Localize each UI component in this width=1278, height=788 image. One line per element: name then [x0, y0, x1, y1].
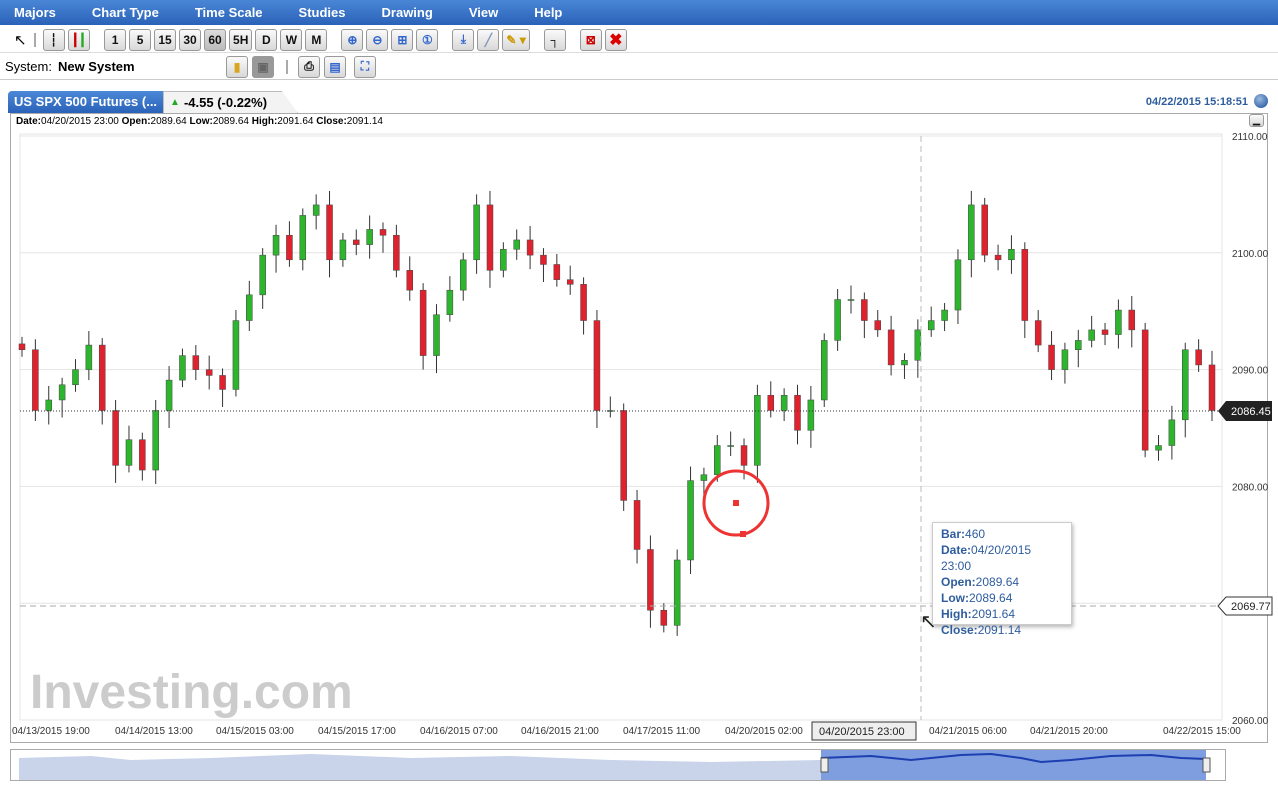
system-bar: System: New System ▮ ▣ ⎙ ▤ ⛶: [0, 54, 1278, 80]
divider: [33, 32, 36, 47]
menu-chart-type[interactable]: Chart Type: [92, 5, 159, 20]
delete-all-icon[interactable]: ✖: [604, 28, 627, 51]
open-folder-icon[interactable]: ▮: [226, 55, 248, 78]
menu-drawing[interactable]: Drawing: [382, 5, 433, 20]
system-label: System:: [5, 59, 52, 74]
pointer-icon[interactable]: ↖: [14, 31, 27, 49]
navigator[interactable]: [10, 749, 1226, 781]
zoom-in-icon[interactable]: ⊕: [341, 28, 364, 51]
toolbar: ↖ ┆ ┃ ┃ 1 5 15 30 60 5H D W M ⊕ ⊖ ⊞ ① ⤓ ╱…: [0, 27, 1278, 53]
interval-w[interactable]: W: [280, 28, 303, 51]
crosshair-icon[interactable]: ┐: [543, 28, 566, 51]
delete-selected-icon[interactable]: ⊠: [579, 28, 602, 51]
interval-m[interactable]: M: [305, 28, 328, 51]
interval-60[interactable]: 60: [204, 28, 227, 51]
navigator-chart: [19, 750, 1211, 780]
interval-30[interactable]: 30: [179, 28, 202, 51]
bar-chart-button[interactable]: ┆: [42, 28, 65, 51]
candlestick-button[interactable]: ┃ ┃: [67, 28, 91, 51]
system-name: New System: [57, 59, 135, 74]
current-datetime: 04/22/2015 15:18:51: [1145, 96, 1248, 108]
image-export-icon[interactable]: ▤: [324, 55, 346, 78]
interval-5h[interactable]: 5H: [229, 28, 253, 51]
up-arrow-icon: ▲: [170, 97, 180, 108]
menu-help[interactable]: Help: [534, 5, 562, 20]
zoom-out-icon[interactable]: ⊖: [366, 28, 389, 51]
ohlc-info-line: Date:04/20/2015 23:00 Open:2089.64 Low:2…: [16, 116, 383, 127]
print-icon[interactable]: ⎙: [298, 55, 320, 78]
status-orb-icon: [1254, 94, 1268, 108]
menu-studies[interactable]: Studies: [299, 5, 346, 20]
menu-time-scale[interactable]: Time Scale: [195, 5, 263, 20]
bar-tooltip: Bar:460 Date:04/20/2015 23:00 Open:2089.…: [932, 522, 1072, 637]
navigator-handle-right: [1202, 757, 1211, 773]
instrument-tab-title[interactable]: US SPX 500 Futures (...: [8, 91, 164, 113]
minimize-panel-button[interactable]: ▁: [1249, 114, 1264, 127]
download-icon[interactable]: ⤓: [452, 28, 475, 51]
interval-15[interactable]: 15: [154, 28, 177, 51]
trendline-icon[interactable]: ╱: [477, 28, 500, 51]
menu-majors[interactable]: Majors: [14, 5, 56, 20]
price-change: ▲ -4.55 (-0.22%): [163, 91, 299, 113]
chart-tab[interactable]: US SPX 500 Futures (... ▲ -4.55 (-0.22%): [8, 91, 299, 113]
zoom-reset-icon[interactable]: ①: [416, 28, 439, 51]
interval-d[interactable]: D: [255, 28, 278, 51]
interval-1[interactable]: 1: [104, 28, 127, 51]
pencil-icon[interactable]: ✎ ▾: [502, 28, 530, 51]
zoom-fit-icon[interactable]: ⊞: [391, 28, 414, 51]
save-icon[interactable]: ▣: [252, 55, 274, 78]
menu-bar: Majors Chart Type Time Scale Studies Dra…: [0, 0, 1278, 25]
navigator-handle-left: [820, 757, 829, 773]
divider: [286, 59, 288, 74]
menu-view[interactable]: View: [469, 5, 498, 20]
fullscreen-icon[interactable]: ⛶: [354, 55, 376, 78]
chart-frame: [10, 113, 1268, 743]
change-value: -4.55 (-0.22%): [183, 95, 268, 110]
interval-5[interactable]: 5: [129, 28, 152, 51]
